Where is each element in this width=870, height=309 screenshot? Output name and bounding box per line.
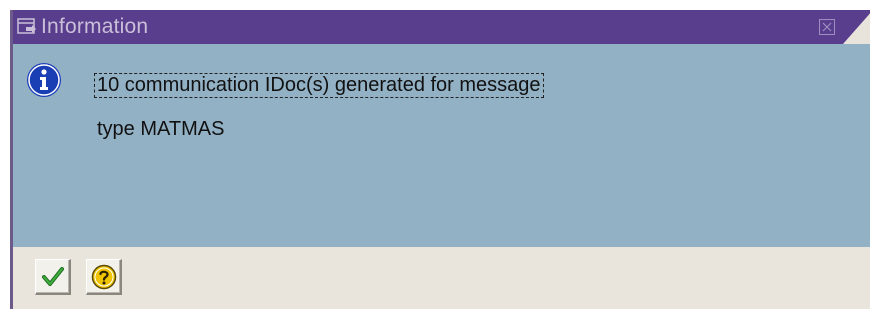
message-area: 10 communication IDoc(s) generated for m… — [13, 44, 870, 247]
help-icon — [91, 264, 117, 290]
button-bar — [13, 247, 870, 309]
checkmark-icon — [42, 267, 64, 286]
message-text-line1: 10 communication IDoc(s) generated for m… — [94, 73, 544, 98]
continue-button[interactable] — [35, 259, 71, 295]
help-button[interactable] — [86, 259, 122, 295]
dialog-titlebar[interactable]: Information — [13, 10, 870, 44]
information-dialog: Information 10 communication IDoc(s) gen… — [10, 10, 870, 309]
close-icon[interactable] — [819, 19, 835, 35]
dialog-title: Information — [41, 15, 149, 38]
info-icon — [26, 62, 62, 98]
window-icon — [17, 18, 37, 36]
message-text-line2: type MATMAS — [97, 118, 225, 140]
